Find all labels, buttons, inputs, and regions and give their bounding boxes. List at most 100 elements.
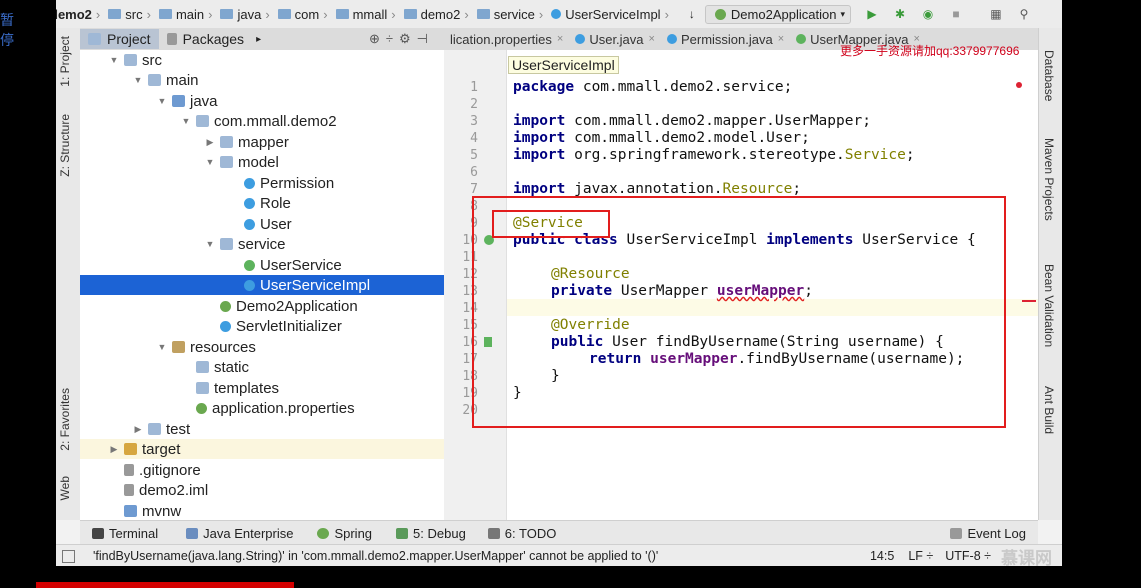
crumb-src[interactable]: src ›: [102, 7, 151, 22]
expanded-arrow-icon[interactable]: ▼: [156, 342, 168, 352]
code-editor[interactable]: 1 2 3 4 5 6 7 8 9 10 11 12 13 14 15 16 1…: [444, 50, 1038, 520]
tree-item-package-root[interactable]: ▼ com.mmall.demo2: [80, 111, 444, 131]
collapsed-arrow-icon[interactable]: ▶: [108, 444, 120, 455]
line-separator-select[interactable]: LF ÷: [908, 549, 933, 563]
tool-window-spring[interactable]: Spring: [317, 526, 372, 541]
collapse-icon[interactable]: ÷: [386, 31, 399, 46]
search-icon[interactable]: ⚲: [1017, 7, 1031, 21]
tree-item-static[interactable]: static: [80, 357, 444, 377]
tree-item-service[interactable]: ▼ service: [80, 234, 444, 254]
project-tree: ▼ src ▼ main ▼ java ▼ com.mmall.demo2 ▶ mappe…: [80, 50, 444, 520]
tool-window-debug[interactable]: 5: Debug: [396, 526, 466, 541]
tree-item-mvnw[interactable]: mvnw: [80, 501, 444, 520]
crumb-service[interactable]: service ›: [471, 7, 543, 22]
collapsed-arrow-icon[interactable]: ▶: [132, 424, 144, 435]
close-icon[interactable]: ×: [557, 33, 563, 45]
tree-item-userservice[interactable]: UserService: [80, 255, 444, 275]
crumb-class[interactable]: UserServiceImpl ›: [545, 7, 669, 22]
service-annotation-highlight-box: [492, 210, 610, 238]
tree-item-test[interactable]: ▶ test: [80, 419, 444, 439]
tree-item-model[interactable]: ▼ model: [80, 152, 444, 172]
editor-tab-permission[interactable]: Permission.java ×: [661, 32, 790, 47]
locate-icon[interactable]: ⊕: [369, 31, 386, 46]
gitignore-icon: [124, 464, 134, 476]
stop-icon[interactable]: ■: [949, 7, 963, 21]
error-stripe-mark[interactable]: [1022, 300, 1036, 302]
folder-icon: [335, 9, 349, 19]
run-configuration-select[interactable]: Demo2Application ▾: [704, 4, 851, 24]
folder-icon: [196, 361, 209, 373]
expanded-arrow-icon[interactable]: ▼: [180, 116, 192, 126]
tree-item-main[interactable]: ▼ main: [80, 70, 444, 90]
expanded-arrow-icon[interactable]: ▼: [108, 55, 120, 65]
crumb-main[interactable]: main ›: [153, 7, 212, 22]
coverage-icon[interactable]: ◉: [921, 7, 935, 21]
encoding-select[interactable]: UTF-8 ÷: [945, 549, 991, 563]
toggle-tool-windows-icon[interactable]: [62, 549, 75, 563]
tree-item-servletinitializer[interactable]: ServletInitializer: [80, 316, 444, 336]
tree-item-gitignore[interactable]: .gitignore: [80, 460, 444, 480]
collapsed-arrow-icon[interactable]: ▶: [204, 137, 216, 148]
close-icon[interactable]: ×: [649, 33, 655, 45]
folder-icon: [277, 9, 291, 19]
run-icon[interactable]: ▶: [865, 7, 879, 21]
tree-item-application-properties[interactable]: application.properties: [80, 398, 444, 418]
tool-tab-project[interactable]: 1: Project: [58, 36, 72, 87]
tree-item-mapper[interactable]: ▶ mapper: [80, 132, 444, 152]
tree-item-demo2application[interactable]: Demo2Application: [80, 296, 444, 316]
tree-item-java[interactable]: ▼ java: [80, 91, 444, 111]
line-number: 4: [470, 131, 478, 146]
expanded-arrow-icon[interactable]: ▼: [132, 75, 144, 85]
tab-project[interactable]: Project: [80, 29, 159, 49]
tree-item-role[interactable]: Role: [80, 193, 444, 213]
video-progress-bar[interactable]: [36, 582, 294, 588]
tool-window-terminal[interactable]: Terminal: [92, 526, 158, 541]
tool-window-event-log[interactable]: Event Log: [950, 526, 1026, 541]
crumb-mmall[interactable]: mmall ›: [330, 7, 396, 22]
code-line-1: package com.mmall.demo2.service;: [513, 79, 793, 95]
sort-icon[interactable]: ↓: [685, 7, 699, 21]
tool-window-java-enterprise[interactable]: Java Enterprise: [186, 526, 293, 541]
tree-item-resources[interactable]: ▼ resources: [80, 337, 444, 357]
class-icon: [666, 34, 677, 44]
crumb-project[interactable]: demo2›: [56, 7, 100, 22]
cursor-position[interactable]: 14:5: [870, 549, 894, 563]
folder-icon: [158, 9, 172, 19]
project-structure-icon[interactable]: ▦: [989, 7, 1003, 21]
tool-tab-web[interactable]: Web: [58, 476, 72, 500]
close-icon[interactable]: ×: [778, 33, 784, 45]
overlay-side-text: 暂停: [0, 12, 14, 48]
chevron-right-icon[interactable]: ▸: [256, 34, 261, 45]
editor-tab-application-properties[interactable]: lication.properties ×: [444, 32, 569, 47]
crumb-java[interactable]: java ›: [214, 7, 270, 22]
tool-tab-favorites[interactable]: 2: Favorites: [58, 388, 72, 451]
tree-item-target[interactable]: ▶ target: [80, 439, 444, 459]
tool-tab-bean-validation[interactable]: Bean Validation: [1042, 264, 1056, 347]
tree-item-src[interactable]: ▼ src: [80, 50, 444, 70]
tool-window-todo[interactable]: 6: TODO: [487, 526, 556, 541]
hide-icon[interactable]: ⊣: [417, 31, 434, 46]
tree-item-userserviceimpl[interactable]: UserServiceImpl: [80, 275, 444, 295]
tool-tab-database[interactable]: Database: [1042, 50, 1056, 101]
expanded-arrow-icon[interactable]: ▼: [204, 157, 216, 167]
expanded-arrow-icon[interactable]: ▼: [204, 239, 216, 249]
class-icon: [244, 279, 255, 291]
tool-tab-ant-build[interactable]: Ant Build: [1042, 386, 1056, 434]
interface-icon: [796, 34, 807, 44]
tool-tab-maven[interactable]: Maven Projects: [1042, 138, 1056, 221]
expanded-arrow-icon[interactable]: ▼: [156, 96, 168, 106]
gear-icon[interactable]: ⚙: [399, 31, 417, 46]
tree-item-templates[interactable]: templates: [80, 378, 444, 398]
editor-tab-user[interactable]: User.java ×: [569, 32, 661, 47]
java-enterprise-icon: [186, 527, 199, 539]
tree-item-demo2-iml[interactable]: demo2.iml: [80, 480, 444, 500]
crumb-com[interactable]: com ›: [272, 7, 328, 22]
tab-packages[interactable]: Packages: [159, 29, 252, 49]
tree-item-user[interactable]: User: [80, 214, 444, 234]
chevron-right-icon: ›: [146, 6, 151, 22]
tree-item-permission[interactable]: Permission: [80, 173, 444, 193]
error-indicator-icon[interactable]: [1016, 82, 1022, 88]
crumb-demo2[interactable]: demo2 ›: [398, 7, 469, 22]
debug-icon[interactable]: ✱: [893, 7, 907, 21]
tool-tab-structure[interactable]: Z: Structure: [58, 114, 72, 177]
